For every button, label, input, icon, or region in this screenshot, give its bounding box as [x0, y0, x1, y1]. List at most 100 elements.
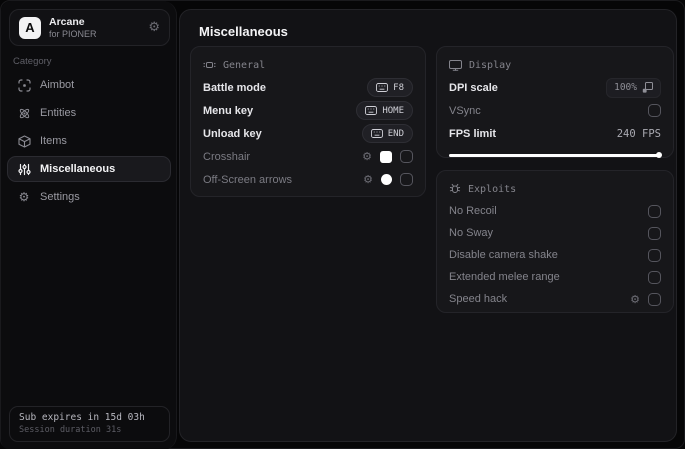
unload-key-label: Unload key: [203, 127, 262, 140]
scale-icon: [642, 82, 653, 93]
slider-handle[interactable]: [656, 152, 662, 158]
keyboard-icon: [376, 83, 389, 92]
settings-gear-icon[interactable]: ⚙: [148, 21, 160, 34]
vsync-row: VSync: [449, 99, 661, 122]
offscreen-arrows-row: Off-Screen arrows ⚙: [203, 168, 413, 191]
sidebar-item-label: Aimbot: [40, 79, 75, 91]
disable-camera-shake-row: Disable camera shake: [449, 244, 661, 266]
package-icon: [17, 134, 31, 148]
sidebar-item-settings[interactable]: ⚙ Settings: [7, 184, 171, 210]
no-recoil-row: No Recoil: [449, 200, 661, 222]
extended-melee-range-row: Extended melee range: [449, 266, 661, 288]
main-content: Miscellaneous General Battle mode F8 Men…: [179, 9, 677, 442]
dpi-scale-row: DPI scale 100%: [449, 76, 661, 99]
speed-hack-row: Speed hack ⚙: [449, 288, 661, 310]
app-logo-letter: A: [25, 20, 35, 35]
sub-expiry-text: Sub expires in 15d 03h: [19, 412, 145, 423]
keyboard-icon: [203, 60, 216, 70]
page-title: Miscellaneous: [199, 24, 288, 39]
menu-key-key: HOME: [382, 105, 404, 116]
fps-limit-value: 240 FPS: [616, 127, 661, 140]
offscreen-arrows-checkbox[interactable]: [400, 173, 413, 186]
brand-subtitle: for PIONER: [49, 28, 97, 39]
speed-hack-checkbox[interactable]: [648, 292, 661, 306]
crosshair-settings-gear-icon[interactable]: ⚙: [362, 151, 372, 162]
subscription-info-card: Sub expires in 15d 03h Session duration …: [9, 406, 170, 442]
sidebar-item-aimbot[interactable]: Aimbot: [7, 72, 171, 98]
exploits-panel: Exploits No Recoil No Sway Disable camer…: [436, 170, 674, 313]
battle-mode-row: Battle mode F8: [203, 76, 413, 99]
app-logo: A: [19, 16, 41, 39]
no-sway-label: No Sway: [449, 227, 494, 239]
offscreen-arrows-label: Off-Screen arrows: [203, 173, 293, 186]
unload-key-key: END: [387, 128, 404, 139]
no-sway-checkbox[interactable]: [648, 226, 661, 240]
battle-mode-key: F8: [393, 82, 404, 93]
keyboard-icon: [370, 129, 383, 138]
exploits-panel-title: Exploits: [468, 183, 517, 195]
sidebar-nav: Aimbot Entities Items Miscellaneous ⚙ Se…: [7, 72, 171, 210]
brand-name: Arcane: [49, 15, 85, 28]
fps-limit-row: FPS limit 240 FPS: [449, 122, 661, 145]
monitor-icon: [449, 59, 462, 71]
app-window: A Arcane for PIONER ⚙ Category Aimbot En…: [0, 0, 685, 449]
sidebar-item-label: Entities: [40, 107, 77, 119]
crosshair-color-swatch[interactable]: [380, 150, 392, 163]
keyboard-icon: [365, 106, 378, 115]
offscreen-arrows-color-swatch[interactable]: [381, 174, 392, 185]
sidebar: A Arcane for PIONER ⚙ Category Aimbot En…: [1, 1, 177, 449]
no-sway-row: No Sway: [449, 222, 661, 244]
menu-key-row: Menu key HOME: [203, 99, 413, 122]
disable-camera-shake-label: Disable camera shake: [449, 249, 558, 261]
menu-key-label: Menu key: [203, 104, 254, 117]
crosshair-checkbox[interactable]: [400, 150, 413, 163]
offscreen-arrows-settings-gear-icon[interactable]: ⚙: [363, 174, 373, 185]
unload-key-row: Unload key END: [203, 122, 413, 145]
general-panel: General Battle mode F8 Menu key HOME Unl…: [190, 46, 426, 197]
general-panel-title: General: [223, 59, 266, 71]
sidebar-item-label: Miscellaneous: [40, 163, 116, 175]
crosshair-scan-icon: [17, 78, 31, 92]
dpi-scale-value: 100%: [614, 82, 637, 93]
sidebar-item-items[interactable]: Items: [7, 128, 171, 154]
sidebar-item-entities[interactable]: Entities: [7, 100, 171, 126]
session-duration-text: Session duration 31s: [19, 425, 122, 435]
offscreen-arrows-controls: ⚙: [363, 173, 413, 186]
brand-text: Arcane for PIONER: [49, 16, 97, 40]
fps-limit-slider[interactable]: [449, 151, 662, 159]
dpi-scale-select[interactable]: 100%: [606, 77, 661, 98]
category-label: Category: [13, 56, 52, 67]
brand-card: A Arcane for PIONER ⚙: [9, 9, 170, 46]
crosshair-label: Crosshair: [203, 150, 251, 163]
gear-icon: ⚙: [18, 190, 30, 204]
menu-key-keybind-button[interactable]: HOME: [356, 101, 413, 120]
display-panel: Display DPI scale 100% VSync FPS limit 2…: [436, 46, 674, 158]
atom-icon: [17, 106, 31, 120]
sidebar-item-miscellaneous[interactable]: Miscellaneous: [7, 156, 171, 182]
display-panel-header: Display: [449, 56, 661, 74]
no-recoil-label: No Recoil: [449, 205, 497, 217]
unload-key-keybind-button[interactable]: END: [361, 124, 413, 143]
vsync-label: VSync: [449, 104, 481, 117]
exploits-panel-header: Exploits: [449, 180, 661, 198]
sliders-icon: [17, 162, 31, 176]
no-recoil-checkbox[interactable]: [648, 204, 661, 218]
crosshair-row: Crosshair ⚙: [203, 145, 413, 168]
battle-mode-label: Battle mode: [203, 81, 266, 94]
fps-limit-label: FPS limit: [449, 127, 497, 140]
dpi-scale-label: DPI scale: [449, 81, 498, 94]
sidebar-item-label: Items: [40, 135, 67, 147]
vsync-checkbox[interactable]: [648, 104, 661, 117]
battle-mode-keybind-button[interactable]: F8: [367, 78, 413, 97]
speed-hack-settings-gear-icon[interactable]: ⚙: [630, 294, 640, 305]
extended-melee-range-label: Extended melee range: [449, 271, 560, 283]
bug-icon: [449, 183, 461, 195]
speed-hack-controls: ⚙: [630, 292, 661, 306]
sidebar-item-label: Settings: [40, 191, 80, 203]
disable-camera-shake-checkbox[interactable]: [648, 248, 661, 262]
crosshair-controls: ⚙: [362, 150, 413, 163]
extended-melee-range-checkbox[interactable]: [648, 270, 661, 284]
general-panel-header: General: [203, 56, 413, 74]
speed-hack-label: Speed hack: [449, 293, 508, 305]
display-panel-title: Display: [469, 59, 512, 71]
